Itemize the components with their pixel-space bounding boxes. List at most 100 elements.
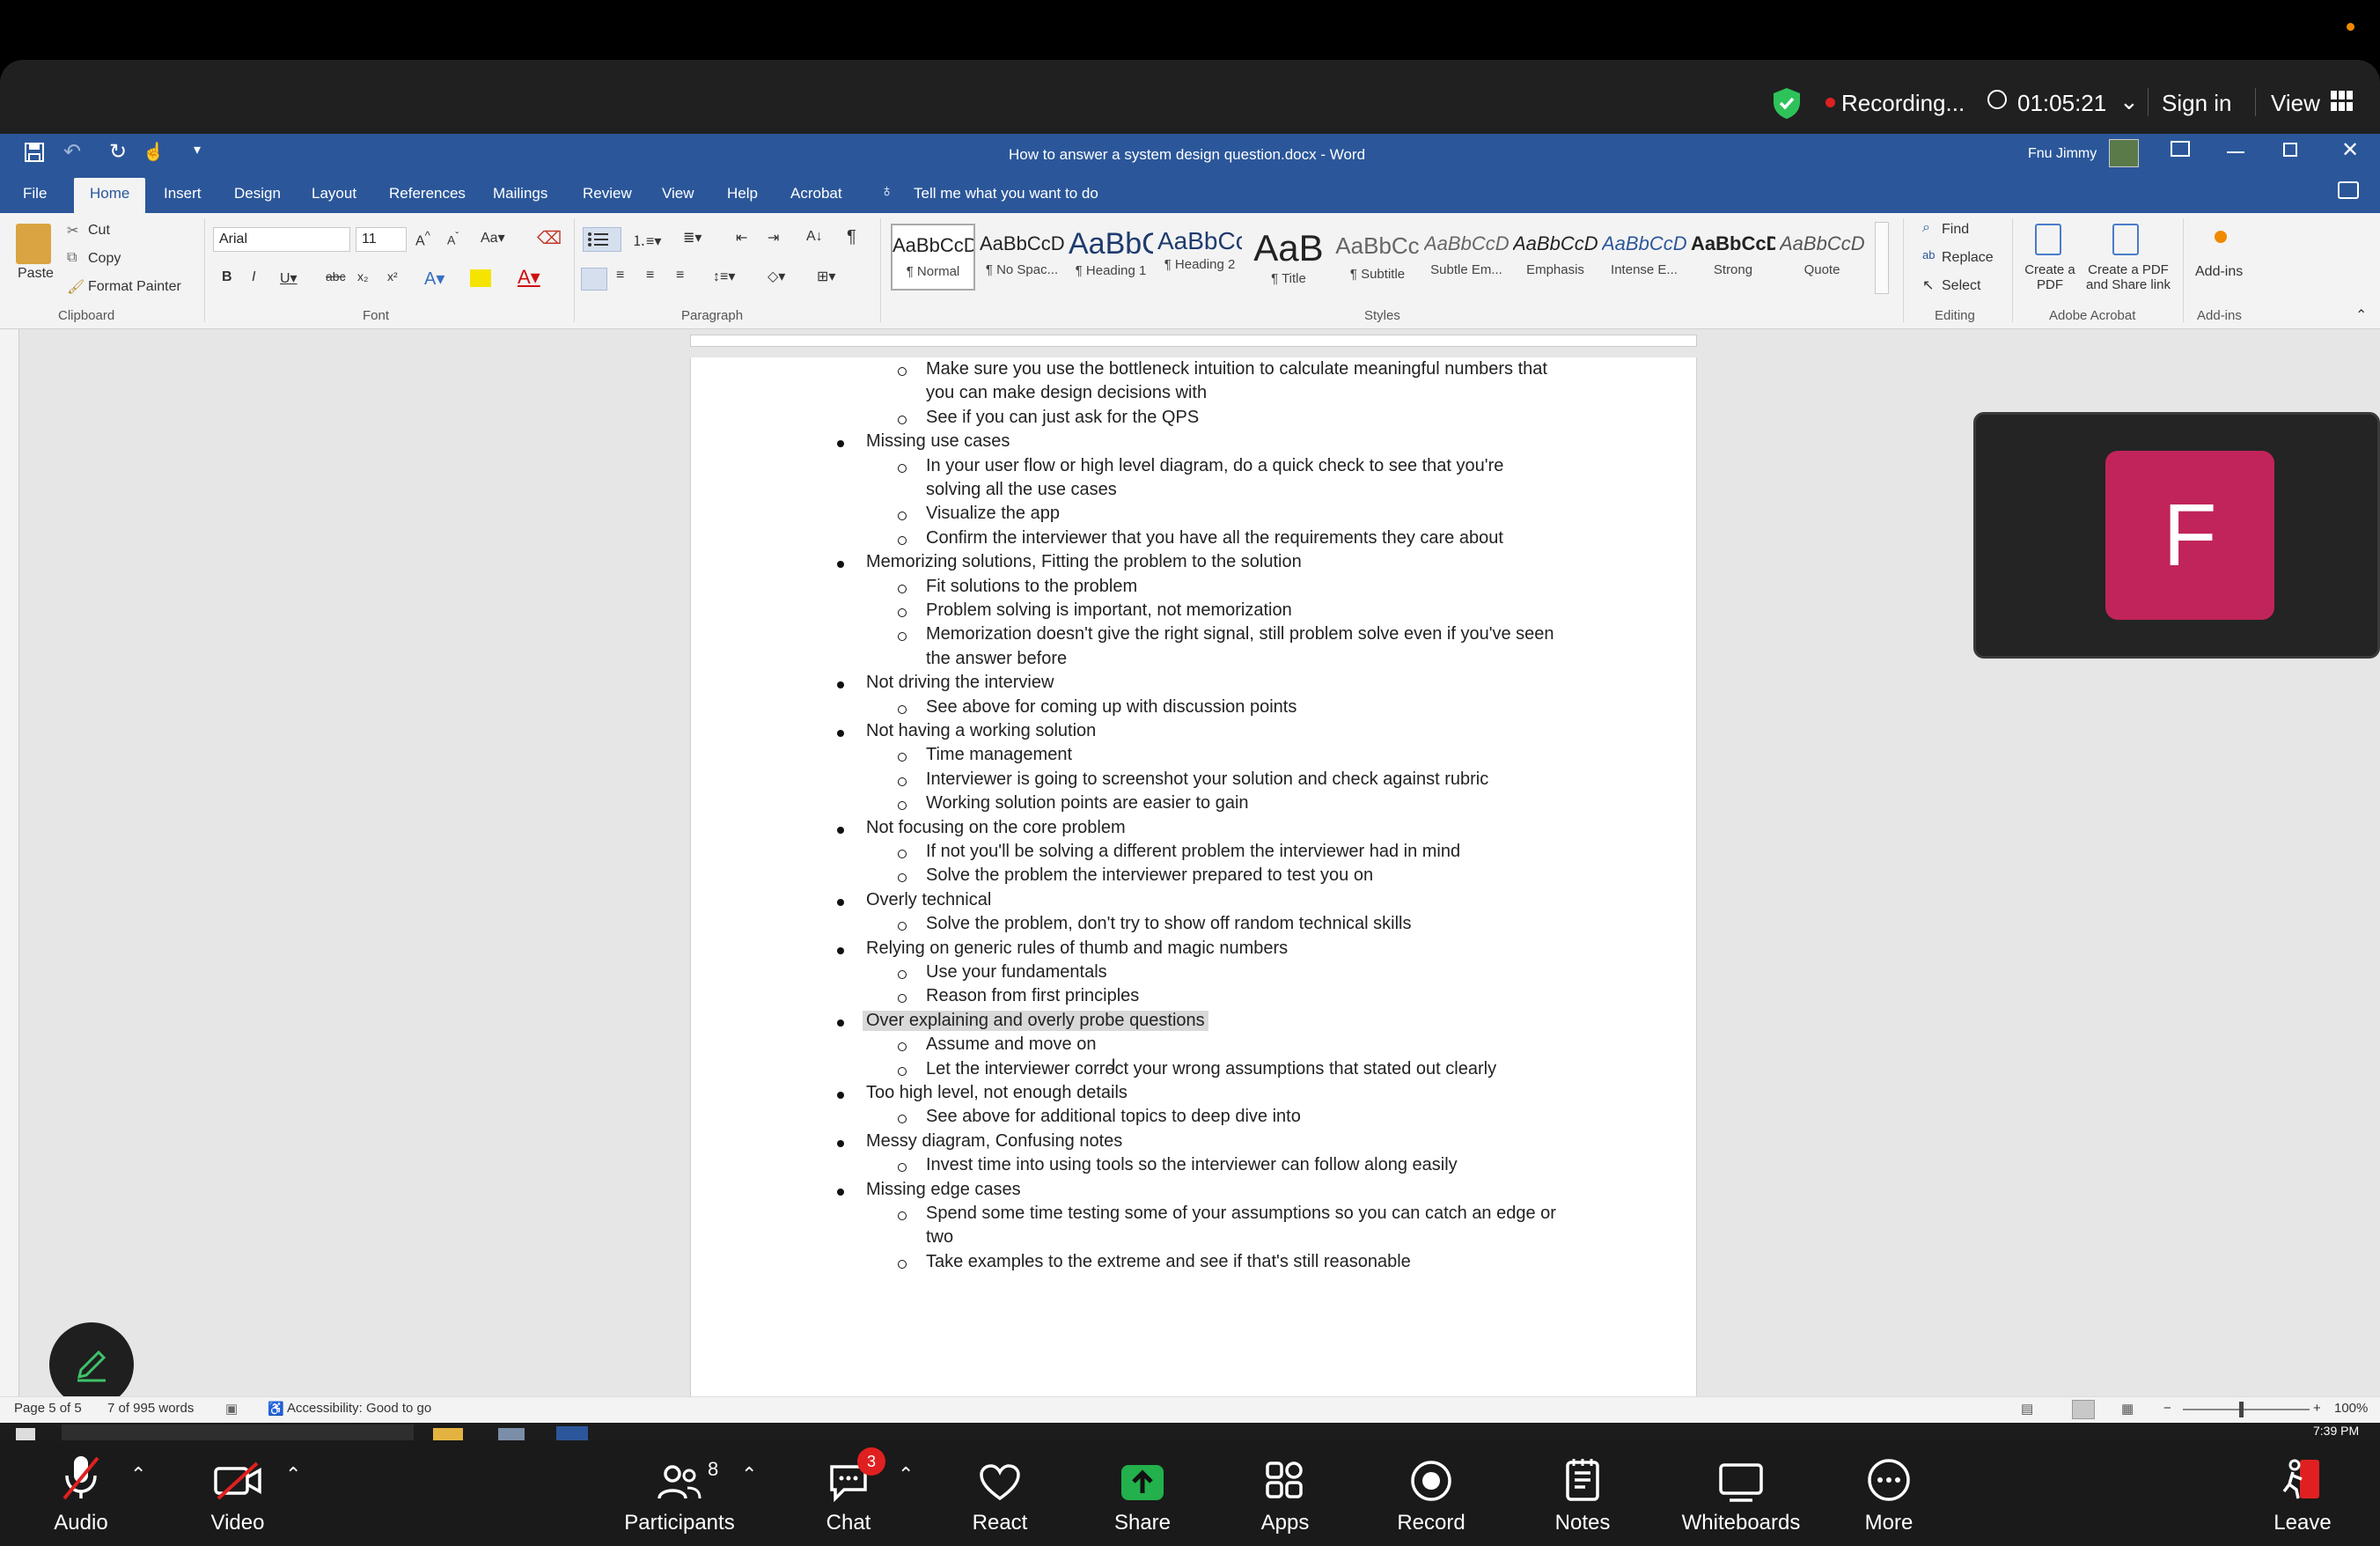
style-1[interactable]: AaBbCcDc ¶ No Spac...	[980, 224, 1064, 291]
zoom-slider[interactable]	[2183, 1409, 2310, 1410]
tab-file[interactable]: File	[23, 185, 47, 202]
style-0[interactable]: AaBbCcDc ¶ Normal	[891, 224, 975, 291]
bold-icon[interactable]: B	[222, 269, 232, 285]
sub-list-item[interactable]: See if you can just ask for the QPS	[926, 408, 1199, 428]
font-color-icon[interactable]: A▾	[518, 266, 540, 289]
text-effects-icon[interactable]: A▾	[424, 268, 444, 290]
list-item[interactable]: Too high level, not enough details	[866, 1083, 1128, 1103]
bullets-icon[interactable]	[583, 227, 621, 252]
print-layout-icon[interactable]	[2072, 1400, 2095, 1419]
sub-list-item[interactable]: Let the interviewer correct your wrong a…	[926, 1059, 1496, 1079]
list-item[interactable]: Not driving the interview	[866, 673, 1054, 693]
sort-icon[interactable]: A↓	[806, 229, 823, 245]
list-item[interactable]: Missing use cases	[866, 431, 1010, 452]
restore-icon[interactable]	[2283, 143, 2297, 157]
italic-icon[interactable]: I	[252, 269, 255, 285]
find-button[interactable]: Find	[1942, 222, 1969, 238]
style-5[interactable]: AaBbCc ¶ Subtitle	[1335, 224, 1420, 291]
tab-view[interactable]: View	[662, 185, 694, 202]
strikethrough-icon[interactable]: abc	[326, 269, 346, 283]
customize-qat-icon[interactable]: ▾	[194, 141, 201, 158]
minimize-icon[interactable]	[2227, 151, 2244, 153]
video-options-icon[interactable]: ⌃	[285, 1463, 301, 1486]
list-item[interactable]: Memorizing solutions, Fitting the proble…	[866, 552, 1302, 572]
sub-list-item[interactable]: See above for additional topics to deep …	[926, 1107, 1301, 1127]
cut-button[interactable]: Cut	[88, 223, 110, 239]
react-button[interactable]: React	[929, 1440, 1070, 1546]
chevron-down-icon[interactable]: ⌄	[2119, 88, 2139, 115]
align-right-icon[interactable]: ≡	[646, 268, 654, 283]
zoom-slider-thumb[interactable]	[2239, 1402, 2244, 1417]
justify-icon[interactable]: ≡	[676, 268, 684, 283]
list-item[interactable]: Messy diagram, Confusing notes	[866, 1131, 1122, 1152]
sub-list-item[interactable]: See above for coming up with discussion …	[926, 697, 1297, 718]
align-left-icon[interactable]	[581, 268, 607, 291]
chat-options-icon[interactable]: ⌃	[898, 1463, 914, 1486]
touch-mode-icon[interactable]: ☝	[143, 141, 165, 163]
zoom-out-icon[interactable]: −	[2163, 1401, 2171, 1416]
windows-start-icon[interactable]	[16, 1428, 35, 1440]
video-button[interactable]: Video	[167, 1440, 308, 1546]
avatar[interactable]	[2109, 139, 2139, 167]
style-2[interactable]: AaBbC ¶ Heading 1	[1069, 224, 1153, 291]
numbering-icon[interactable]: ⒈≡▾	[632, 229, 661, 250]
sub-list-item[interactable]: Fit solutions to the problem	[926, 577, 1137, 597]
redo-icon[interactable]: ↻	[109, 139, 127, 165]
tab-review[interactable]: Review	[583, 185, 632, 202]
sub-list-item[interactable]: you can make design decisions with	[926, 383, 1207, 403]
add-ins-button[interactable]: Add-ins	[2195, 264, 2243, 280]
tab-mailings[interactable]: Mailings	[493, 185, 547, 202]
sub-list-item[interactable]: the answer before	[926, 649, 1067, 669]
paste-icon[interactable]	[16, 224, 51, 264]
shading-icon[interactable]: ◇▾	[768, 268, 785, 285]
style-7[interactable]: AaBbCcDc Emphasis	[1513, 224, 1598, 291]
list-item[interactable]: Overly technical	[866, 890, 991, 910]
zoom-in-icon[interactable]: +	[2313, 1401, 2321, 1416]
list-item[interactable]: Not having a working solution	[866, 721, 1096, 741]
participants-options-icon[interactable]: ⌃	[741, 1463, 757, 1486]
close-icon[interactable]: ✕	[2341, 137, 2359, 163]
tab-help[interactable]: Help	[727, 185, 758, 202]
horizontal-ruler[interactable]	[690, 335, 1697, 347]
word-taskbar-icon[interactable]	[556, 1426, 588, 1440]
participants-button[interactable]: Participants	[609, 1440, 750, 1546]
sign-in-button[interactable]: Sign in	[2162, 90, 2232, 117]
align-center-icon[interactable]: ≡	[616, 268, 624, 283]
tab-home[interactable]: Home	[74, 178, 146, 213]
tell-me-search[interactable]: Tell me what you want to do	[914, 185, 1098, 202]
meeting-timer[interactable]: 01:05:21	[2017, 90, 2106, 117]
borders-icon[interactable]: ⊞▾	[817, 268, 835, 285]
style-9[interactable]: AaBbCcDc Strong	[1691, 224, 1775, 291]
grow-font-icon[interactable]: A^	[415, 229, 430, 249]
sub-list-item[interactable]: Interviewer is going to screenshot your …	[926, 769, 1488, 790]
sub-list-item[interactable]: two	[926, 1227, 953, 1248]
annotate-pen-button[interactable]	[49, 1322, 134, 1407]
read-mode-icon[interactable]: ▤	[2021, 1401, 2033, 1417]
chat-button[interactable]: Chat	[778, 1440, 919, 1546]
sub-list-item[interactable]: Use your fundamentals	[926, 962, 1107, 983]
file-explorer-icon[interactable]	[433, 1428, 463, 1440]
audio-button[interactable]: Audio	[11, 1440, 151, 1546]
increase-indent-icon[interactable]: ⇥	[768, 229, 779, 247]
font-size-select[interactable]: 11	[356, 227, 407, 252]
paste-button[interactable]: Paste	[18, 266, 54, 282]
sub-list-item[interactable]: Visualize the app	[926, 504, 1060, 524]
more-button[interactable]: More	[1818, 1440, 1959, 1546]
show-formatting-icon[interactable]: ¶	[847, 227, 856, 247]
ribbon-display-icon[interactable]	[2171, 141, 2190, 157]
record-button[interactable]: Record	[1361, 1440, 1502, 1546]
copy-button[interactable]: Copy	[88, 251, 121, 267]
create-share-pdf-button[interactable]: Create a PDF and Share link	[2086, 262, 2171, 292]
tab-layout[interactable]: Layout	[312, 185, 356, 202]
underline-icon[interactable]: U▾	[280, 269, 298, 287]
comments-icon[interactable]	[2338, 181, 2359, 199]
line-spacing-icon[interactable]: ↕≡▾	[713, 268, 735, 285]
style-6[interactable]: AaBbCcDc Subtle Em...	[1424, 224, 1509, 291]
sub-list-item[interactable]: solving all the use cases	[926, 480, 1117, 500]
system-clock[interactable]: 7:39 PM	[2313, 1424, 2359, 1438]
taskbar-app-icon[interactable]	[498, 1428, 525, 1440]
list-item[interactable]: Not focusing on the core problem	[866, 818, 1126, 838]
undo-icon[interactable]: ↶	[63, 139, 81, 165]
format-painter-button[interactable]: Format Painter	[88, 279, 181, 295]
sub-list-item[interactable]: Solve the problem, don't try to show off…	[926, 914, 1412, 934]
